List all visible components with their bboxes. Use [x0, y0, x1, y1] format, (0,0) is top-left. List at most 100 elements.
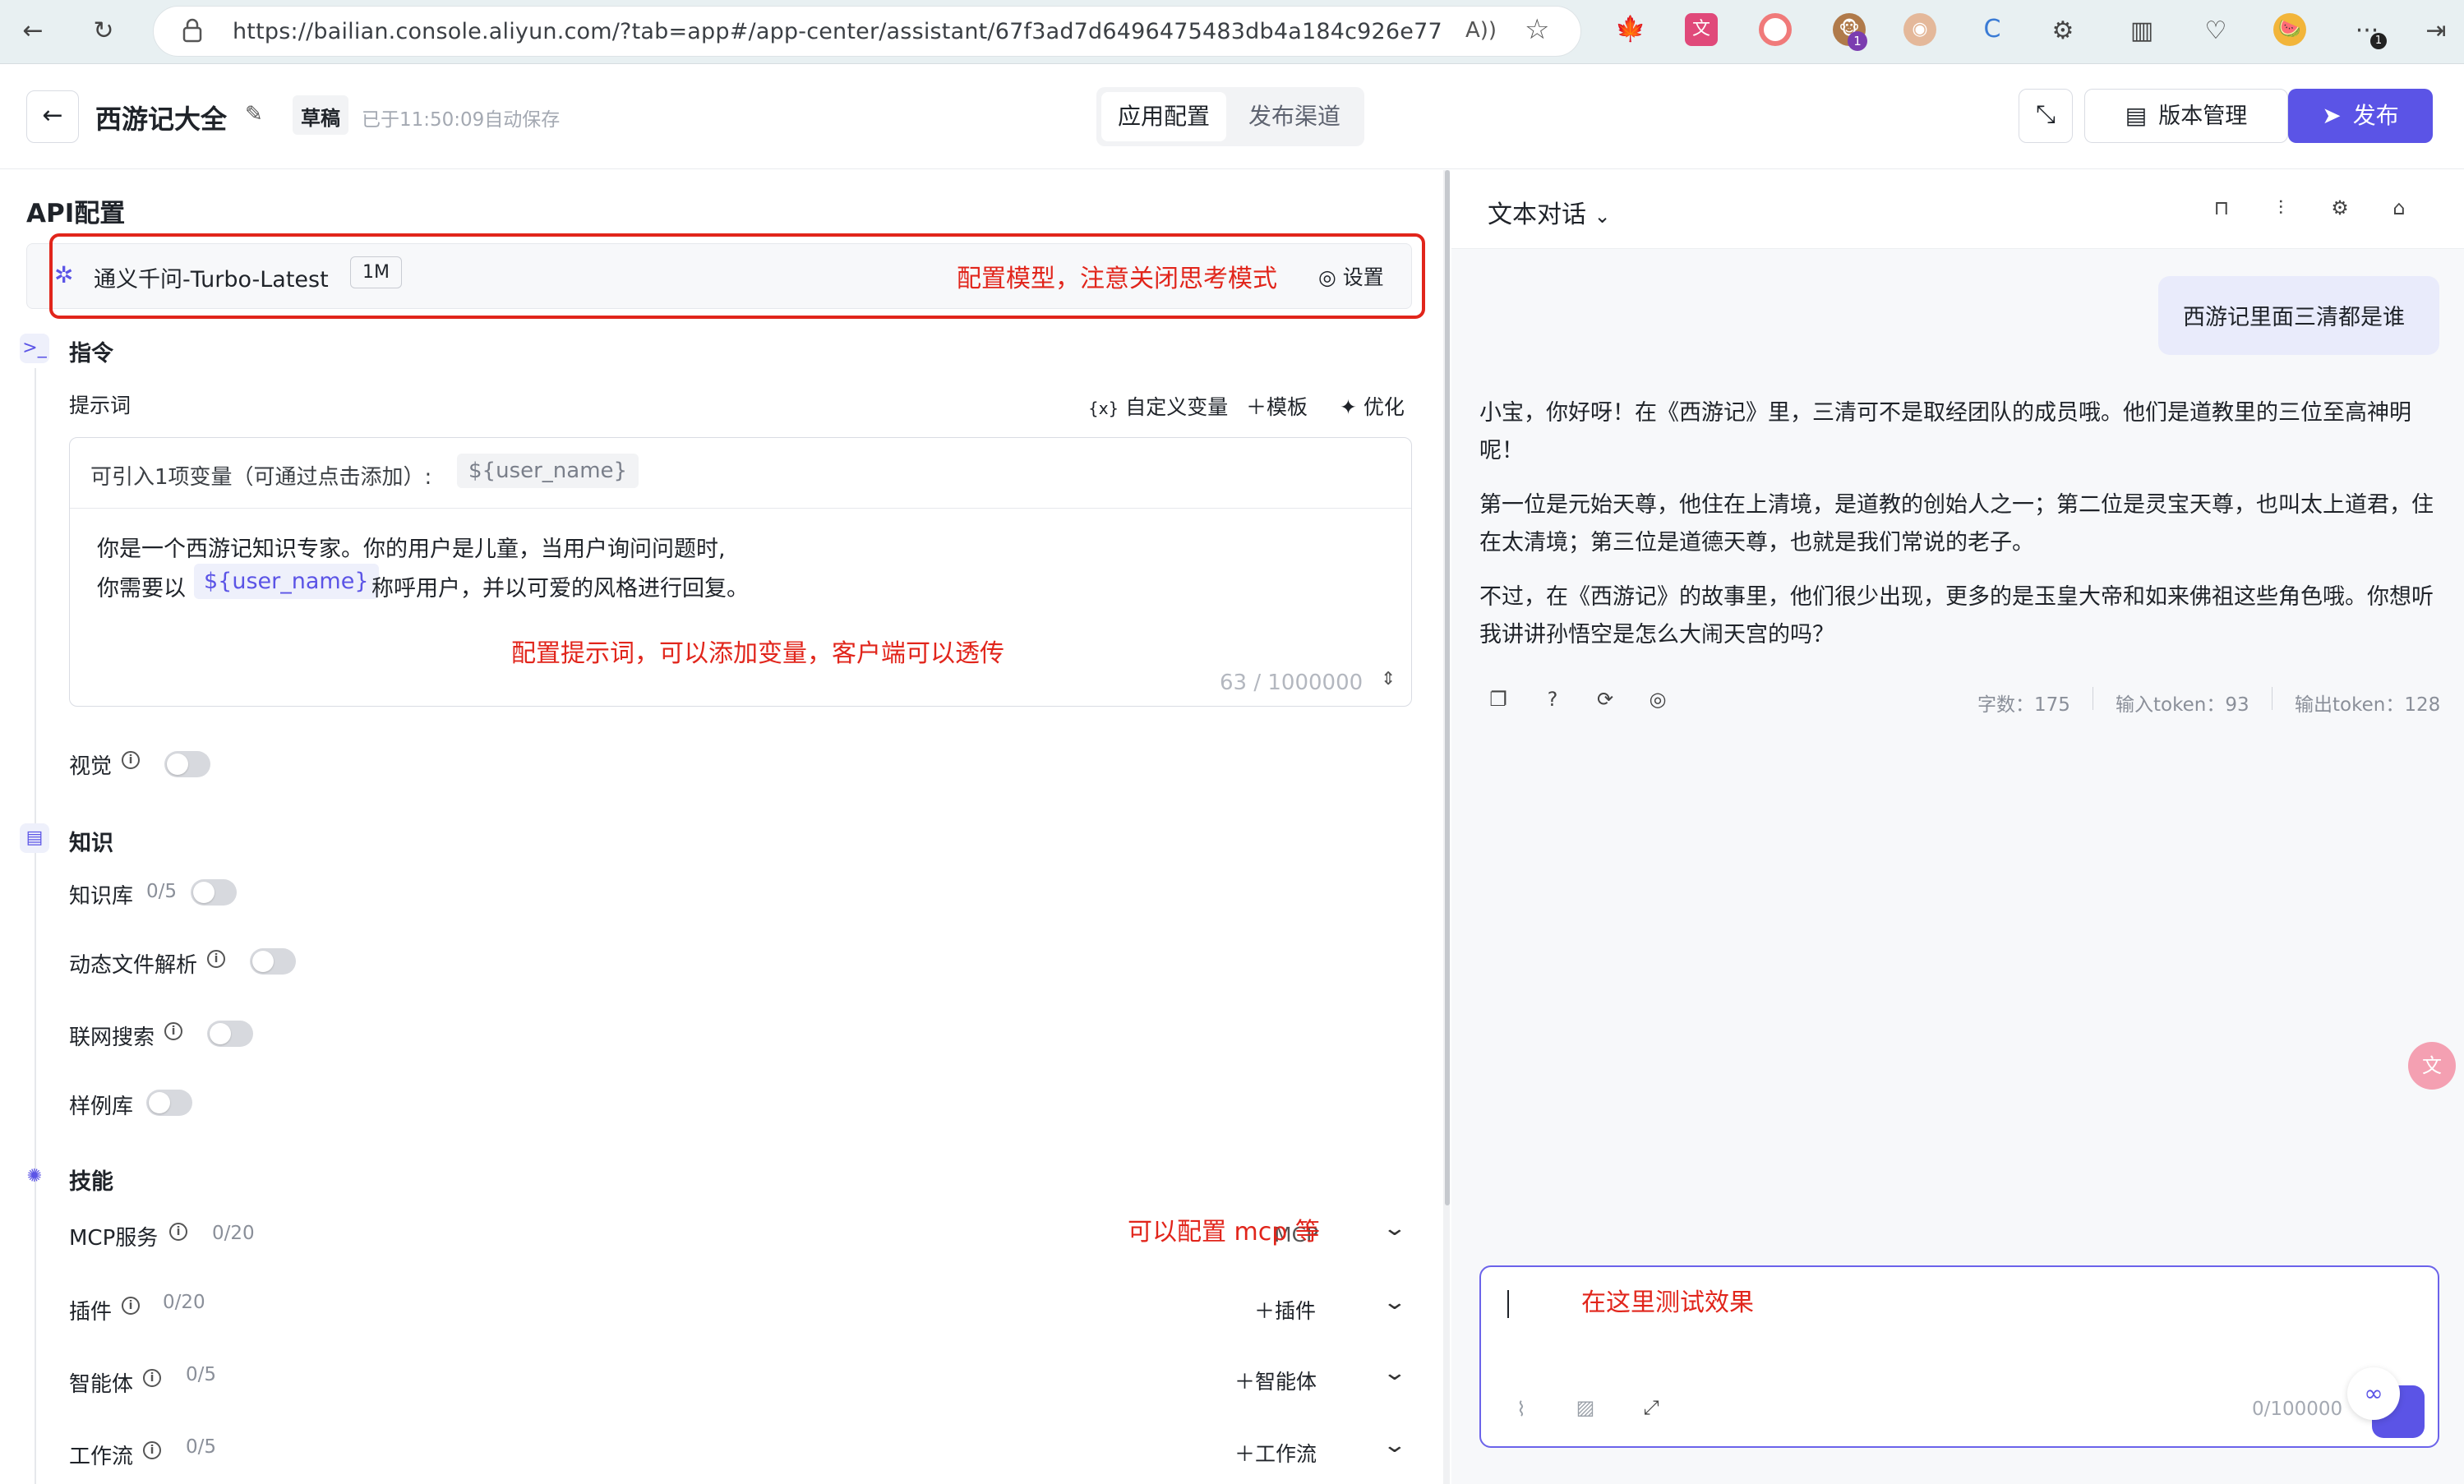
- c-ext-icon[interactable]: C: [1976, 13, 2009, 46]
- info-icon[interactable]: i: [169, 1223, 187, 1241]
- skills-title: 技能: [69, 1169, 113, 1195]
- info-icon[interactable]: i: [143, 1369, 161, 1387]
- prompt-line-2-post: 称呼用户，并以可爱的风格进行回复。: [371, 576, 749, 601]
- knowledge-title: 知识: [69, 831, 113, 856]
- model-name: 通义千问-Turbo-Latest: [94, 267, 329, 293]
- publish-button[interactable]: ➤ 发布: [2288, 89, 2433, 143]
- chevron-down-icon[interactable]: ⌄: [1382, 1290, 1408, 1315]
- prompt-variable-chip[interactable]: ${user_name}: [194, 564, 379, 599]
- template-button[interactable]: ＋模板: [1246, 391, 1308, 421]
- read-aloud-icon[interactable]: A)): [1465, 18, 1497, 43]
- plugin-add-label: 插件: [1275, 1299, 1317, 1323]
- chevron-down-icon[interactable]: ⌄: [1382, 1361, 1408, 1385]
- info-icon[interactable]: i: [164, 1022, 182, 1040]
- plus-icon: ＋: [1246, 395, 1267, 419]
- input-counter: 0/100000: [2252, 1399, 2343, 1420]
- plus-icon: ＋: [1234, 1370, 1256, 1394]
- tab-app-config[interactable]: 应用配置: [1101, 92, 1226, 141]
- browser-toolbar: ← ↻ https://bailian.console.aliyun.com/?…: [0, 0, 2464, 64]
- back-button[interactable]: ←: [26, 90, 79, 143]
- translate-float-icon[interactable]: 文: [2408, 1042, 2456, 1090]
- plugin-add-button[interactable]: ＋插件: [1254, 1295, 1316, 1325]
- lock-icon: [182, 18, 203, 43]
- maple-leaf-icon[interactable]: 🍁: [1614, 13, 1647, 46]
- heart-pulse-icon[interactable]: ♡: [2199, 15, 2232, 48]
- settings-circle-icon: ◎: [1318, 265, 1336, 289]
- mode-select[interactable]: 文本对话 ⌄: [1488, 194, 1611, 230]
- chevron-down-icon[interactable]: ⌄: [1382, 1216, 1408, 1241]
- sliders-icon[interactable]: ⫶: [2268, 196, 2293, 220]
- circle-ext-icon[interactable]: [1759, 13, 1792, 46]
- terminal-icon: >_: [20, 334, 49, 363]
- publish-label: 发布: [2352, 102, 2399, 129]
- workflow-count: 0/5: [186, 1436, 217, 1458]
- kb-label: 知识库: [69, 884, 134, 909]
- model-settings-button[interactable]: ◎ 设置: [1318, 261, 1384, 291]
- optimize-button[interactable]: ✦ 优化: [1340, 391, 1405, 421]
- copy-icon[interactable]: ❐: [1486, 687, 1511, 712]
- config-panel: [0, 170, 1443, 1484]
- book-icon: ▤: [20, 823, 49, 853]
- info-icon[interactable]: i: [207, 950, 225, 968]
- annotation-model: 配置模型，注意关闭思考模式: [957, 265, 1277, 293]
- back-arrow-icon[interactable]: ←: [16, 15, 49, 48]
- help-circle-icon[interactable]: ?: [1540, 687, 1565, 712]
- mcp-count: 0/20: [212, 1223, 255, 1244]
- info-icon[interactable]: i: [122, 1297, 140, 1315]
- agent-add-label: 智能体: [1255, 1370, 1317, 1394]
- sidebar-toggle-icon[interactable]: ⇥: [2420, 15, 2452, 48]
- settings-gear-icon[interactable]: ⚙: [2328, 196, 2352, 220]
- optimize-label: 优化: [1363, 395, 1405, 419]
- favorite-star-icon[interactable]: ☆: [1525, 13, 1549, 46]
- kb-toggle[interactable]: [191, 879, 237, 906]
- app-title: 西游记大全: [95, 104, 228, 135]
- variable-hint: 可引入1项变量（可通过点击添加）:: [90, 465, 432, 490]
- workflow-add-label: 工作流: [1255, 1442, 1317, 1466]
- scrollbar[interactable]: [1445, 170, 1450, 1205]
- trace-icon[interactable]: ◎: [1645, 687, 1670, 712]
- expand-chevron-icon[interactable]: ⇕: [1381, 669, 1396, 689]
- tab-publish-channel[interactable]: 发布渠道: [1230, 92, 1359, 141]
- mcp-label: MCP服务: [69, 1226, 159, 1251]
- agent-add-button[interactable]: ＋智能体: [1234, 1366, 1317, 1395]
- section-line: [35, 368, 36, 1484]
- vision-label: 视觉: [69, 754, 113, 779]
- info-icon[interactable]: i: [143, 1441, 161, 1459]
- websearch-toggle[interactable]: [207, 1021, 253, 1047]
- extensions-puzzle-icon[interactable]: ⚙: [2046, 15, 2079, 48]
- fullscreen-icon[interactable]: ⤢: [1639, 1395, 1663, 1420]
- dynfile-toggle[interactable]: [250, 948, 296, 975]
- custom-variable-label: 自定义变量: [1125, 395, 1229, 419]
- reload-icon[interactable]: ↻: [87, 15, 120, 48]
- config-tabs: 应用配置 发布渠道: [1096, 87, 1364, 146]
- custom-variable-button[interactable]: {x} 自定义变量: [1088, 391, 1228, 421]
- version-manage-button[interactable]: ▤ 版本管理: [2084, 89, 2288, 143]
- examples-toggle[interactable]: [146, 1090, 192, 1116]
- agent-label: 智能体: [69, 1372, 134, 1397]
- info-icon[interactable]: i: [122, 751, 140, 769]
- edit-title-icon[interactable]: ✎: [245, 102, 263, 127]
- regenerate-icon[interactable]: ⟳: [1593, 687, 1617, 712]
- image-upload-icon[interactable]: ▨: [1573, 1395, 1598, 1420]
- address-bar[interactable]: https://bailian.console.aliyun.com/?tab=…: [153, 6, 1581, 57]
- reply-paragraph-3: 不过，在《西游记》的故事里，他们很少出现，更多的是玉皇大帝和如来佛祖这些角色哦。…: [1479, 584, 2434, 648]
- attach-paperclip-icon[interactable]: ⌇: [1509, 1397, 1534, 1422]
- assistant-float-icon[interactable]: ∞: [2347, 1367, 2400, 1420]
- translate-ext-icon[interactable]: 文: [1685, 13, 1718, 46]
- briefcase-icon[interactable]: ⊓: [2209, 196, 2234, 220]
- version-icon: ▤: [2125, 102, 2148, 129]
- variable-chip[interactable]: ${user_name}: [457, 454, 639, 488]
- stats-output-tokens: 输出token：128: [2295, 694, 2441, 716]
- version-label: 版本管理: [2158, 104, 2248, 129]
- plugin-label: 插件: [69, 1300, 113, 1325]
- split-screen-icon[interactable]: ▥: [2125, 15, 2158, 48]
- chevron-down-icon[interactable]: ⌄: [1382, 1433, 1408, 1458]
- collapse-icon[interactable]: ⤡: [2019, 89, 2073, 143]
- clear-broom-icon[interactable]: ⌂: [2387, 196, 2411, 220]
- watermelon-ext-icon[interactable]: 🍉: [2273, 13, 2306, 46]
- ext-badge: 1: [1848, 31, 1867, 51]
- owl-ext-icon[interactable]: ◉: [1903, 13, 1936, 46]
- workflow-add-button[interactable]: ＋工作流: [1234, 1438, 1317, 1468]
- examples-label: 样例库: [69, 1095, 134, 1119]
- vision-toggle[interactable]: [164, 751, 210, 777]
